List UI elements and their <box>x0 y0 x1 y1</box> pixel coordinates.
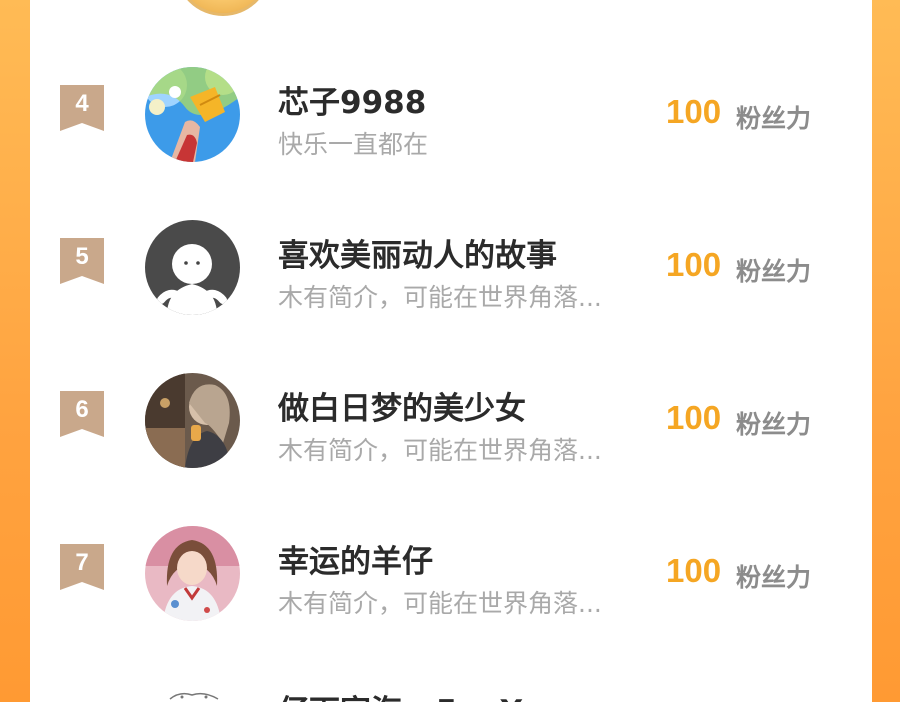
user-bio: 木有简介，可能在世界角落... <box>278 436 602 465</box>
user-name[interactable]: 幸运的羊仔 <box>278 536 433 581</box>
previous-row-avatar[interactable] <box>175 0 271 16</box>
fan-score: 100 <box>666 399 722 436</box>
rank-badge: 4 <box>60 85 104 131</box>
fan-ranking-panel: 4 芯子9988 快乐一直都在 100 粉丝力 5 喜欢美丽动人的故事 木有简介… <box>30 0 872 702</box>
rank-number: 4 <box>75 90 89 117</box>
user-avatar[interactable] <box>160 688 230 702</box>
user-bio: 快乐一直都在 <box>278 130 429 159</box>
rank-badge: 6 <box>60 391 104 437</box>
ranking-row[interactable]: 7 幸运的羊仔 木有简介，可能在世界角落... 100 粉丝力 <box>30 514 872 634</box>
ranking-row[interactable]: 6 做白日梦的美少女 木有简介，可能在世界角落... 100 粉丝力 <box>30 361 872 481</box>
fan-score-unit: 粉丝力 <box>736 410 812 439</box>
user-avatar[interactable] <box>145 67 240 162</box>
partial-row[interactable]: 仔下宣海_c5aeX <box>278 686 578 702</box>
user-avatar[interactable] <box>145 220 240 315</box>
user-bio: 木有简介，可能在世界角落... <box>278 283 602 312</box>
user-avatar[interactable] <box>145 373 240 468</box>
rank-badge: 7 <box>60 544 104 590</box>
rank-number: 6 <box>75 396 89 423</box>
rank-number: 5 <box>75 243 89 270</box>
fan-score: 100 <box>666 552 722 589</box>
user-name[interactable]: 做白日梦的美少女 <box>278 383 526 428</box>
rank-number: 7 <box>75 549 89 576</box>
fan-score-unit: 粉丝力 <box>736 563 812 592</box>
user-name[interactable]: 芯子9988 <box>278 77 426 122</box>
user-name[interactable]: 仔下宣海_c5aeX <box>278 686 523 702</box>
fan-score: 100 <box>666 93 722 130</box>
ranking-row[interactable]: 5 喜欢美丽动人的故事 木有简介，可能在世界角落... 100 粉丝力 <box>30 208 872 328</box>
fan-score-unit: 粉丝力 <box>736 104 812 133</box>
user-avatar[interactable] <box>145 526 240 621</box>
fan-score: 100 <box>666 246 722 283</box>
fan-score-unit: 粉丝力 <box>736 257 812 286</box>
rank-badge: 5 <box>60 238 104 284</box>
ranking-row[interactable]: 4 芯子9988 快乐一直都在 100 粉丝力 <box>30 55 872 175</box>
user-name[interactable]: 喜欢美丽动人的故事 <box>278 230 557 275</box>
user-bio: 木有简介，可能在世界角落... <box>278 589 602 618</box>
